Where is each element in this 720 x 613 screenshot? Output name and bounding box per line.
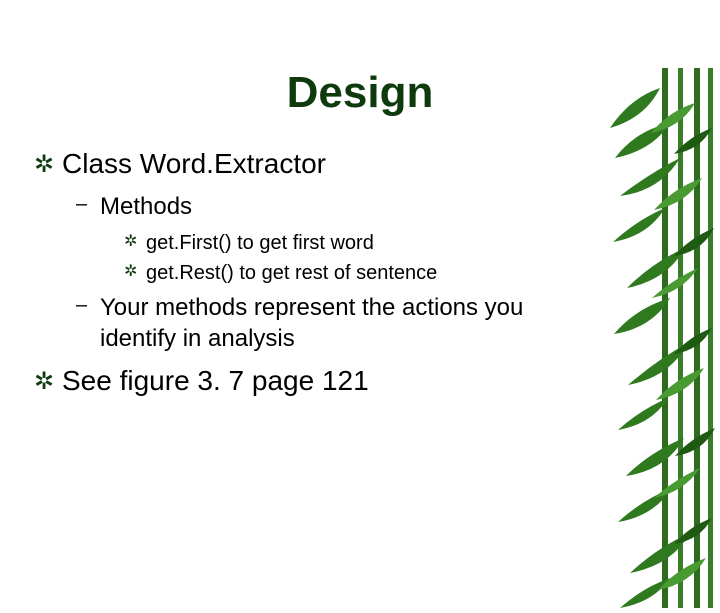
dash-icon: –: [76, 191, 92, 217]
star-icon: ✲: [34, 150, 52, 180]
bullet-text: Methods: [100, 191, 192, 222]
bullet-getfirst: ✲ get.First() to get first word: [34, 230, 600, 256]
bullet-text: get.First() to get first word: [146, 230, 374, 256]
bullet-class-wordextractor: ✲ Class Word.Extractor: [34, 146, 600, 181]
bullet-text: get.Rest() to get rest of sentence: [146, 260, 437, 286]
star-icon: ✲: [124, 262, 138, 283]
slide: Design ✲ Class Word.Extractor – Methods …: [0, 68, 720, 608]
bullet-text: Your methods represent the actions you i…: [100, 292, 600, 354]
bullet-your-methods: – Your methods represent the actions you…: [34, 292, 600, 354]
star-icon: ✲: [34, 367, 52, 397]
bullet-methods: – Methods: [34, 191, 600, 222]
star-icon: ✲: [124, 232, 138, 253]
slide-title: Design: [0, 68, 720, 118]
bullet-text: Class Word.Extractor: [62, 146, 326, 181]
bullet-text: See figure 3. 7 page 121: [62, 363, 369, 398]
bullet-getrest: ✲ get.Rest() to get rest of sentence: [34, 260, 600, 286]
slide-content: ✲ Class Word.Extractor – Methods ✲ get.F…: [0, 146, 720, 398]
bullet-see-figure: ✲ See figure 3. 7 page 121: [34, 363, 600, 398]
dash-icon: –: [76, 292, 92, 318]
